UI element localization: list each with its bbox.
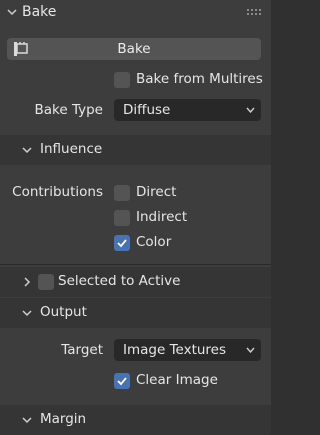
bake-button-label: Bake <box>117 41 151 57</box>
panel-title: Bake <box>22 4 57 20</box>
margin-subpanel-header[interactable]: Margin <box>0 405 271 435</box>
chevron-down-icon <box>7 9 17 16</box>
color-label: Color <box>136 234 172 250</box>
chevron-down-icon <box>246 107 255 113</box>
bake-from-multires-checkbox[interactable] <box>114 72 130 88</box>
bake-button[interactable]: Bake <box>7 38 261 60</box>
bake-type-label: Bake Type <box>34 102 103 118</box>
chevron-down-icon <box>22 417 32 424</box>
target-dropdown[interactable]: Image Textures <box>114 339 261 361</box>
checkmark-icon <box>117 239 127 248</box>
contributions-label: Contributions <box>12 184 103 200</box>
bake-type-dropdown[interactable]: Diffuse <box>114 99 261 121</box>
indirect-checkbox[interactable] <box>114 210 130 226</box>
direct-label: Direct <box>136 184 177 200</box>
bake-icon <box>14 42 28 56</box>
output-subpanel-header[interactable]: Output <box>0 298 271 328</box>
clear-image-checkbox[interactable] <box>114 373 130 389</box>
chevron-down-icon <box>22 310 32 317</box>
selected-to-active-label: Selected to Active <box>58 273 181 289</box>
clear-image-label: Clear Image <box>136 372 218 388</box>
indirect-label: Indirect <box>136 209 188 225</box>
target-value: Image Textures <box>123 342 227 358</box>
checkmark-icon <box>117 377 127 386</box>
chevron-down-icon <box>246 347 255 353</box>
bake-type-value: Diffuse <box>123 102 171 118</box>
bake-from-multires-label: Bake from Multires <box>136 71 263 87</box>
chevron-down-icon <box>22 147 32 154</box>
drag-grip-icon[interactable] <box>247 9 262 17</box>
influence-title: Influence <box>40 141 103 157</box>
divider <box>0 264 271 265</box>
color-checkbox[interactable] <box>114 235 130 251</box>
target-label: Target <box>61 342 103 358</box>
margin-title: Margin <box>40 411 87 427</box>
selected-to-active-checkbox[interactable] <box>38 274 54 290</box>
direct-checkbox[interactable] <box>114 185 130 201</box>
influence-subpanel-header[interactable]: Influence <box>0 135 271 165</box>
chevron-right-icon <box>24 277 31 287</box>
bake-panel-header[interactable]: Bake <box>0 0 271 27</box>
output-title: Output <box>40 304 87 320</box>
